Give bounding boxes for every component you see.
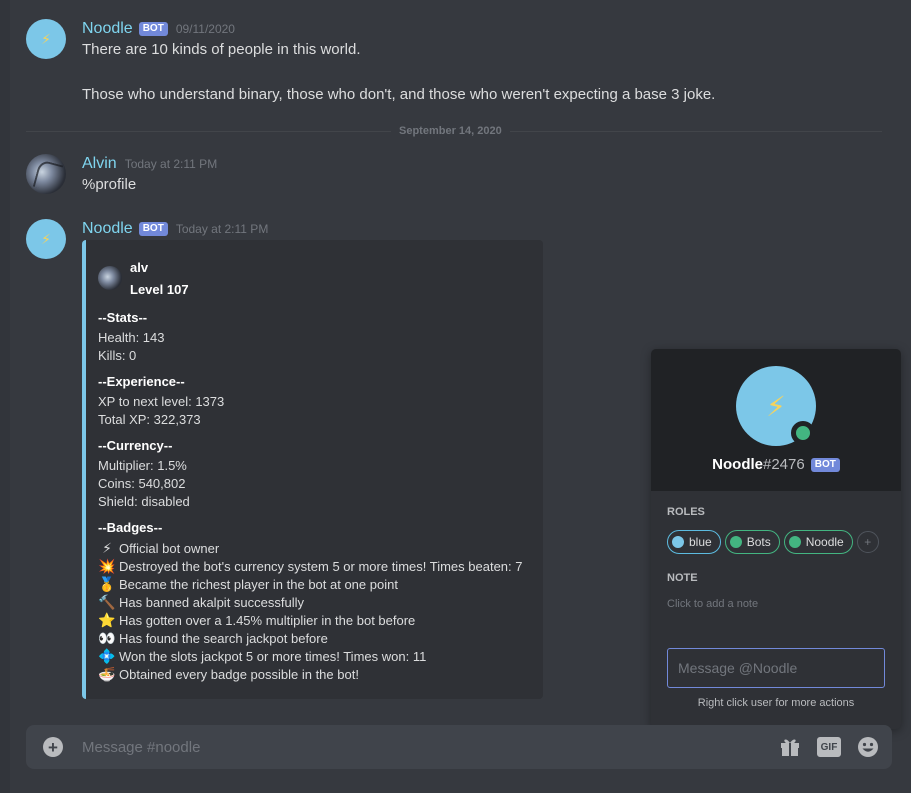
popout-hint: Right click user for more actions: [697, 697, 855, 709]
eyes-icon: 👀: [98, 629, 116, 646]
user-popout: ⚡ Noodle #2476 BOT ROLES blue Bots Noodl…: [651, 349, 901, 729]
add-attachment-button[interactable]: +: [43, 737, 63, 757]
badge-item: 💠 Won the slots jackpot 5 or more times! …: [98, 647, 426, 665]
message-header: Alvin Today at 2:11 PM: [82, 154, 217, 174]
add-role-button[interactable]: +: [856, 531, 879, 553]
role-noodle[interactable]: Noodle: [783, 530, 853, 554]
timestamp: Today at 2:11 PM: [175, 222, 269, 236]
embed-level: Level 107: [130, 282, 189, 297]
badge-text: Has gotten over a 1.45% multiplier in th…: [119, 612, 416, 628]
message-header: Noodle BOT 09/11/2020: [82, 19, 235, 39]
currency-shield: Shield: disabled: [98, 494, 190, 509]
note-field[interactable]: Click to add a note: [667, 598, 758, 610]
medal-icon: 🥇: [98, 575, 116, 592]
badge-text: Official bot owner: [119, 540, 220, 556]
message-text: There are 10 kinds of people in this wor…: [82, 41, 361, 58]
xp-total: Total XP: 322,373: [98, 412, 201, 427]
message-composer: + GIF: [26, 725, 892, 769]
noodle-bowl-icon: 🍜: [98, 665, 116, 682]
note-heading: NOTE: [667, 572, 698, 584]
gift-icon: [781, 739, 799, 756]
popout-username: Noodle #2476 BOT: [651, 456, 901, 473]
left-edge: [0, 0, 10, 793]
direct-message-input[interactable]: [667, 648, 885, 688]
collision-icon: 💥: [98, 557, 116, 574]
noodle-avatar[interactable]: ⚡: [26, 19, 66, 59]
stat-health: Health: 143: [98, 330, 165, 345]
author-name[interactable]: Noodle: [82, 220, 133, 238]
hammer-icon: 🔨: [98, 593, 116, 610]
role-label: Noodle: [805, 535, 844, 549]
lightning-icon: ⚡: [766, 390, 786, 422]
lightning-icon: ⚡: [41, 30, 51, 47]
author-name[interactable]: Noodle: [82, 20, 133, 38]
badges-heading: --Badges--: [98, 520, 163, 535]
message-text: %profile: [82, 176, 137, 193]
timestamp: Today at 2:11 PM: [124, 157, 218, 171]
role-color-icon: [788, 536, 801, 548]
badge-item: 👀 Has found the search jackpot before: [98, 629, 328, 647]
badge-text: Obtained every badge possible in the bot…: [119, 666, 359, 682]
profile-embed: alv Level 107 --Stats-- Health: 143 Kill…: [82, 240, 543, 699]
role-color-icon: [672, 536, 684, 548]
gif-button[interactable]: GIF: [817, 737, 841, 757]
badge-text: Has found the search jackpot before: [119, 630, 328, 646]
date-divider-label: September 14, 2020: [391, 124, 510, 138]
popout-discriminator: #2476: [763, 456, 805, 473]
message-text: Those who understand binary, those who d…: [82, 86, 716, 103]
author-name[interactable]: Alvin: [82, 155, 117, 173]
badge-text: Won the slots jackpot 5 or more times! T…: [119, 648, 427, 664]
bot-tag: BOT: [138, 22, 168, 36]
embed-author-name: alv: [130, 260, 149, 275]
message-noodle-profile: ⚡ Noodle BOT Today at 2:11 PM: [26, 219, 881, 259]
role-color-icon: [729, 536, 742, 548]
embed-author-avatar: [98, 266, 122, 290]
badge-item: ⭐ Has gotten over a 1.45% multiplier in t…: [98, 611, 415, 629]
badge-item: 💥 Destroyed the bot's currency system 5 o…: [98, 557, 522, 575]
message-noodle-joke: ⚡ Noodle BOT 09/11/2020 There are 10 kin…: [26, 19, 881, 109]
lightning-icon: ⚡: [102, 539, 112, 556]
popout-name: Noodle: [712, 456, 763, 473]
badge-text: Destroyed the bot's currency system 5 or…: [119, 558, 523, 574]
currency-heading: --Currency--: [98, 438, 173, 453]
emoji-button[interactable]: [856, 736, 880, 758]
message-alvin: Alvin Today at 2:11 PM %profile: [26, 154, 881, 198]
message-header: Noodle BOT Today at 2:11 PM: [82, 219, 268, 239]
smiley-icon: [858, 737, 878, 757]
badge-text: Became the richest player in the bot at …: [119, 576, 398, 592]
role-label: blue: [689, 535, 712, 549]
badge-item: 🍜 Obtained every badge possible in the bo…: [98, 665, 359, 683]
diamond-icon: 💠: [98, 647, 116, 664]
badge-item: 🥇 Became the richest player in the bot at…: [98, 575, 398, 593]
online-status-icon: [791, 421, 815, 445]
badge-text: Has banned akalpit successfully: [119, 594, 304, 610]
noodle-avatar[interactable]: ⚡: [26, 219, 66, 259]
currency-multiplier: Multiplier: 1.5%: [98, 458, 187, 473]
star-icon: ⭐: [98, 611, 116, 628]
timestamp: 09/11/2020: [175, 22, 235, 36]
bot-tag: BOT: [138, 222, 168, 236]
message-input[interactable]: [74, 733, 754, 761]
alvin-avatar[interactable]: [26, 154, 66, 194]
stats-heading: --Stats--: [98, 310, 148, 325]
bot-tag: BOT: [810, 457, 840, 472]
currency-coins: Coins: 540,802: [98, 476, 186, 491]
role-label: Bots: [746, 535, 771, 549]
stat-kills: Kills: 0: [98, 348, 137, 363]
gift-button[interactable]: [778, 736, 802, 758]
badge-item: ⚡ Official bot owner: [98, 539, 219, 557]
badge-item: 🔨 Has banned akalpit successfully: [98, 593, 304, 611]
role-bots[interactable]: Bots: [724, 530, 780, 554]
roles-heading: ROLES: [667, 506, 705, 518]
plus-icon: +: [48, 737, 58, 757]
role-blue[interactable]: blue: [667, 530, 721, 554]
xp-next: XP to next level: 1373: [98, 394, 225, 409]
role-list: blue Bots Noodle +: [667, 530, 879, 554]
lightning-icon: ⚡: [41, 230, 51, 247]
experience-heading: --Experience--: [98, 374, 185, 389]
